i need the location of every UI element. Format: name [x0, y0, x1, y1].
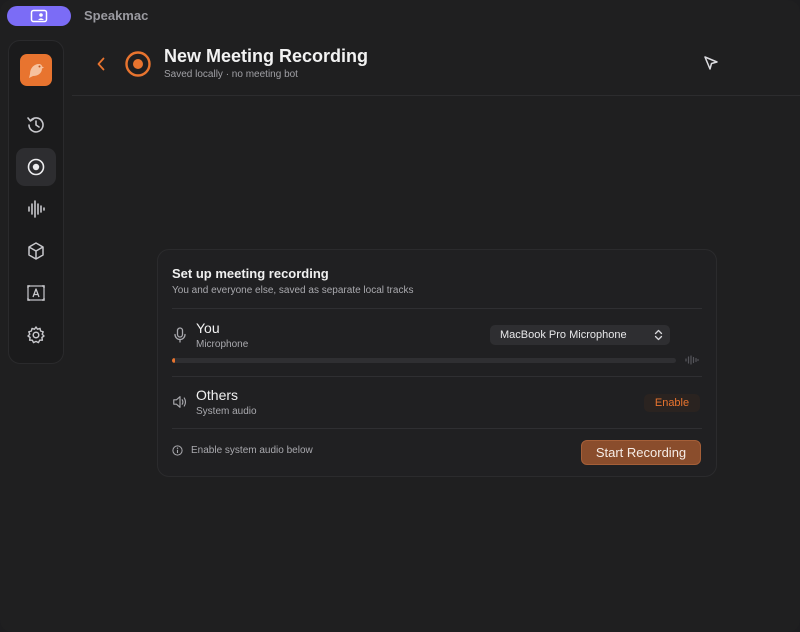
microphone-icon: [172, 327, 188, 343]
divider: [172, 428, 702, 429]
info-note: Enable system audio below: [172, 445, 313, 456]
waveform-small-icon: [685, 355, 699, 365]
enable-system-audio-button[interactable]: Enable: [644, 394, 700, 412]
mic-level-meter: [172, 358, 676, 363]
chevron-up-down-icon: [654, 329, 663, 341]
chevron-left-icon: [97, 57, 105, 71]
page-header: New Meeting Recording Saved locally · no…: [72, 34, 800, 96]
bird-logo-icon: [29, 64, 44, 78]
title-bar: Speakmac: [0, 0, 800, 34]
page-subtitle: Saved locally · no meeting bot: [164, 69, 298, 80]
recording-icon: [125, 51, 151, 77]
send-arrow-icon: [704, 56, 718, 70]
app-logo: [20, 54, 52, 86]
microphone-select-value: MacBook Pro Microphone: [500, 329, 627, 341]
sidebar-item-waveform[interactable]: [16, 190, 56, 228]
card-subtitle: You and everyone else, saved as separate…: [172, 285, 414, 296]
sidebar-item-settings[interactable]: [16, 316, 56, 354]
others-title: Others: [196, 387, 239, 403]
app-switcher-button[interactable]: [7, 6, 71, 26]
start-recording-button[interactable]: Start Recording: [581, 440, 701, 465]
back-button[interactable]: [92, 54, 110, 74]
window-person-icon: [30, 9, 48, 23]
speaker-icon: [172, 394, 188, 410]
microphone-select[interactable]: MacBook Pro Microphone: [490, 325, 670, 345]
cube-icon: [28, 242, 44, 260]
waveform-icon: [28, 200, 45, 218]
info-icon: [172, 445, 183, 456]
mic-level-fill: [172, 358, 175, 363]
info-text: Enable system audio below: [191, 445, 313, 456]
history-icon: [27, 117, 44, 133]
you-title: You: [196, 320, 220, 336]
meeting-setup-card: Set up meeting recording You and everyon…: [157, 249, 717, 477]
record-icon: [27, 158, 45, 176]
page-title: New Meeting Recording: [164, 46, 369, 66]
divider: [172, 376, 702, 377]
others-subtitle: System audio: [196, 406, 257, 417]
sidebar-item-models[interactable]: [16, 232, 56, 270]
share-button[interactable]: [696, 48, 726, 78]
sidebar-item-text[interactable]: [16, 274, 56, 312]
sidebar-item-record[interactable]: [16, 148, 56, 186]
gear-icon: [27, 326, 45, 344]
you-subtitle: Microphone: [196, 339, 249, 350]
app-name: Speakmac: [84, 8, 149, 23]
divider: [172, 308, 702, 309]
app-window: Speakmac New Meeting Recording Saved loc…: [0, 0, 800, 632]
sidebar: [8, 40, 64, 364]
sidebar-item-history[interactable]: [16, 106, 56, 144]
card-title: Set up meeting recording: [172, 266, 329, 281]
text-box-icon: [27, 285, 45, 301]
